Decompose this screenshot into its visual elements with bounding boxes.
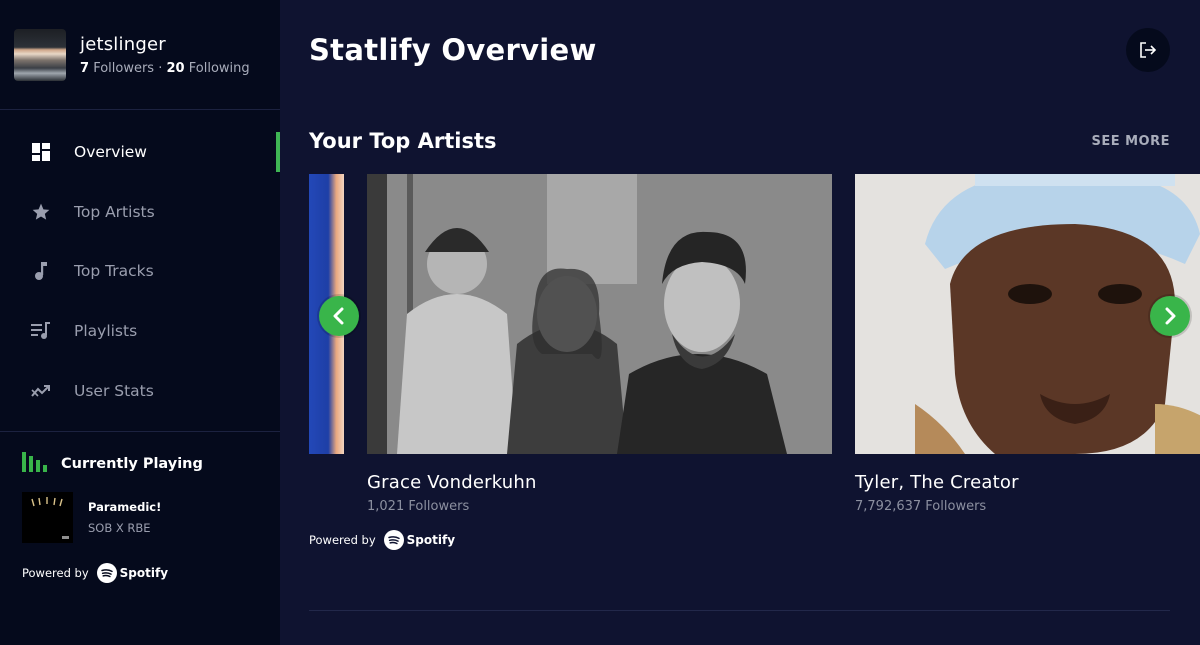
- sidebar-item-overview[interactable]: Overview: [0, 122, 280, 182]
- following-count: 20: [166, 60, 185, 76]
- powered-by-spotify: Powered by Spotify: [309, 530, 455, 550]
- artist-image: [855, 174, 1200, 454]
- track-info: Paramedic! SOB X RBE: [88, 500, 161, 535]
- playlist-icon: [30, 320, 52, 342]
- carousel-prev-button[interactable]: [319, 296, 359, 336]
- track-artist: SOB X RBE: [88, 521, 151, 535]
- sidebar-item-top-tracks[interactable]: Top Tracks: [0, 241, 280, 301]
- sidebar-nav: Overview Top Artists Top Tracks Playlist…: [0, 110, 280, 432]
- star-icon: [30, 201, 52, 223]
- sidebar-item-label: User Stats: [74, 381, 154, 400]
- equalizer-icon: [22, 452, 48, 476]
- followers-label: Followers: [93, 60, 155, 76]
- sidebar-item-label: Overview: [74, 142, 147, 161]
- sidebar-item-label: Playlists: [74, 321, 138, 340]
- artist-image: [367, 174, 832, 454]
- spotify-logo: Spotify: [383, 530, 456, 550]
- sidebar-item-playlists[interactable]: Playlists: [0, 301, 280, 361]
- avatar[interactable]: [14, 28, 66, 81]
- chevron-right-icon: [1165, 307, 1176, 325]
- spotify-brand: Spotify: [406, 533, 456, 547]
- spotify-icon: [383, 530, 404, 550]
- sidebar-item-top-artists[interactable]: Top Artists: [0, 182, 280, 242]
- logout-button[interactable]: [1126, 28, 1170, 72]
- track-title: Paramedic!: [88, 500, 162, 514]
- user-profile: jetslinger 7 Followers · 20 Following: [0, 0, 280, 110]
- main-content: Statlify Overview Your Top Artists SEE M…: [280, 0, 1200, 645]
- sidebar-item-label: Top Tracks: [74, 262, 154, 281]
- section-title: Your Top Artists: [309, 129, 497, 153]
- powered-by-text: Powered by: [309, 533, 376, 547]
- spotify-icon: [96, 563, 117, 583]
- powered-by-spotify: Powered by Spotify: [22, 563, 258, 583]
- profile-text: jetslinger 7 Followers · 20 Following: [80, 34, 250, 76]
- artist-followers: 7,792,637 Followers: [855, 499, 987, 514]
- username: jetslinger: [80, 33, 166, 55]
- artist-card[interactable]: Grace Vonderkuhn 1,021 Followers: [367, 174, 832, 514]
- artist-name: Grace Vonderkuhn: [367, 472, 537, 493]
- sidebar-item-label: Top Artists: [74, 202, 155, 221]
- spotify-logo: Spotify: [96, 563, 169, 583]
- follow-stats: 7 Followers · 20 Following: [80, 61, 250, 76]
- see-more-link[interactable]: SEE MORE: [1091, 134, 1170, 149]
- follow-separator: ·: [158, 60, 163, 76]
- now-playing-track[interactable]: Paramedic! SOB X RBE: [22, 492, 258, 543]
- sidebar: jetslinger 7 Followers · 20 Following Ov…: [0, 0, 280, 645]
- sidebar-item-user-stats[interactable]: User Stats: [0, 361, 280, 421]
- artist-card[interactable]: Tyler, The Creator 7,792,637 Followers: [855, 174, 1200, 514]
- following-label: Following: [188, 60, 250, 76]
- currently-playing-title: Currently Playing: [61, 456, 203, 472]
- currently-playing-header: Currently Playing: [22, 452, 258, 476]
- artist-name: Tyler, The Creator: [855, 472, 1019, 493]
- spotify-brand: Spotify: [119, 566, 169, 580]
- chevron-left-icon: [333, 307, 344, 325]
- artist-followers: 1,021 Followers: [367, 499, 470, 514]
- followers-count: 7: [80, 60, 90, 76]
- dashboard-icon: [30, 141, 52, 163]
- currently-playing: Currently Playing Paramedic! SOB X RBE P…: [0, 432, 280, 583]
- trend-icon: [30, 380, 52, 402]
- logout-icon: [1140, 42, 1157, 58]
- page-title: Statlify Overview: [309, 33, 597, 67]
- section-divider: [309, 610, 1170, 611]
- music-note-icon: [30, 260, 52, 282]
- album-art: [22, 492, 73, 543]
- carousel-next-button[interactable]: [1150, 296, 1190, 336]
- powered-by-text: Powered by: [22, 566, 89, 580]
